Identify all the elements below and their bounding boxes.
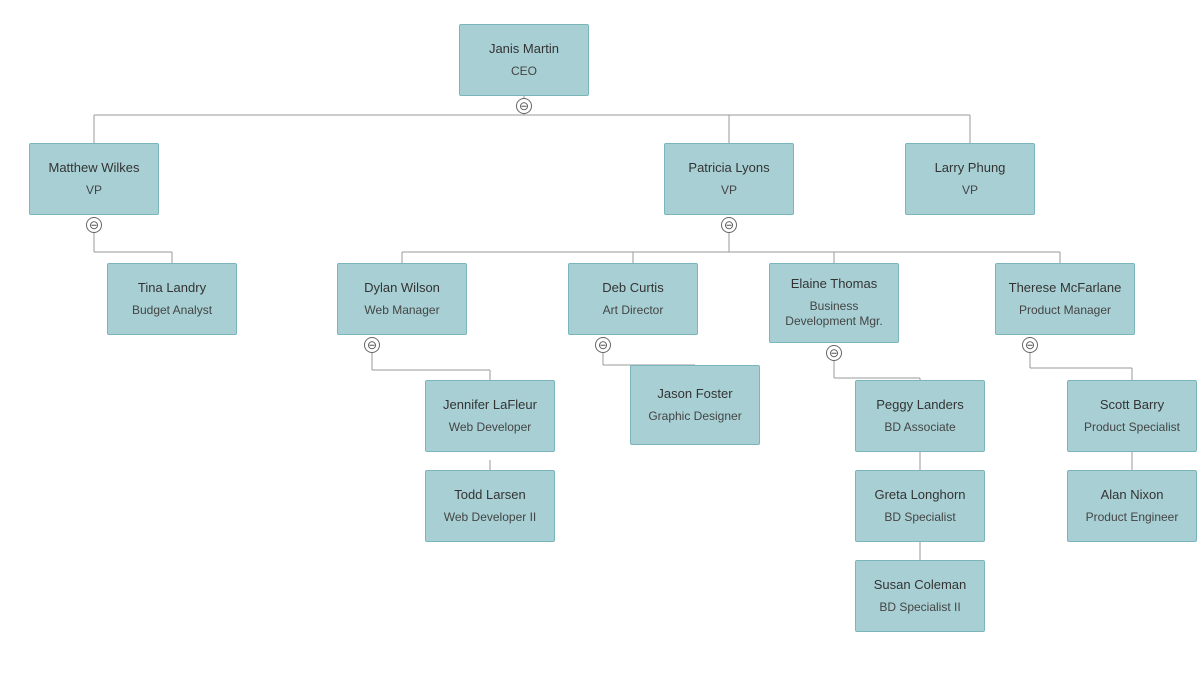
node-janis-name: Janis Martin bbox=[489, 41, 559, 58]
node-larry: Larry Phung VP bbox=[905, 143, 1035, 215]
node-larry-title: VP bbox=[962, 183, 978, 199]
connectors-svg bbox=[12, 0, 1192, 40]
node-therese-title: Product Manager bbox=[1019, 303, 1111, 319]
node-scott: Scott Barry Product Specialist bbox=[1067, 380, 1197, 452]
node-jennifer-title: Web Developer bbox=[449, 420, 532, 436]
node-patricia: Patricia Lyons VP bbox=[664, 143, 794, 215]
node-todd-name: Todd Larsen bbox=[454, 487, 526, 504]
collapse-elaine[interactable]: ⊖ bbox=[826, 345, 842, 361]
org-chart: Janis Martin CEO ⊖ Matthew Wilkes VP ⊖ P… bbox=[12, 0, 1192, 40]
node-alan: Alan Nixon Product Engineer bbox=[1067, 470, 1197, 542]
node-jason: Jason Foster Graphic Designer bbox=[630, 365, 760, 445]
node-susan-name: Susan Coleman bbox=[874, 577, 967, 594]
node-todd: Todd Larsen Web Developer II bbox=[425, 470, 555, 542]
node-peggy-title: BD Associate bbox=[884, 420, 955, 436]
collapse-matthew[interactable]: ⊖ bbox=[86, 217, 102, 233]
collapse-deb[interactable]: ⊖ bbox=[595, 337, 611, 353]
node-peggy-name: Peggy Landers bbox=[876, 397, 963, 414]
node-dylan-name: Dylan Wilson bbox=[364, 280, 440, 297]
node-deb-name: Deb Curtis bbox=[602, 280, 663, 297]
node-susan: Susan Coleman BD Specialist II bbox=[855, 560, 985, 632]
node-patricia-name: Patricia Lyons bbox=[688, 160, 769, 177]
node-janis-title: CEO bbox=[511, 64, 537, 80]
collapse-dylan[interactable]: ⊖ bbox=[364, 337, 380, 353]
node-deb: Deb Curtis Art Director bbox=[568, 263, 698, 335]
node-elaine-name: Elaine Thomas bbox=[791, 276, 877, 293]
node-jason-name: Jason Foster bbox=[657, 386, 732, 403]
collapse-patricia[interactable]: ⊖ bbox=[721, 217, 737, 233]
node-tina: Tina Landry Budget Analyst bbox=[107, 263, 237, 335]
node-todd-title: Web Developer II bbox=[444, 510, 537, 526]
node-jason-title: Graphic Designer bbox=[648, 409, 741, 425]
node-scott-name: Scott Barry bbox=[1100, 397, 1164, 414]
node-matthew-title: VP bbox=[86, 183, 102, 199]
collapse-janis[interactable]: ⊖ bbox=[516, 98, 532, 114]
node-greta-name: Greta Longhorn bbox=[874, 487, 965, 504]
node-jennifer: Jennifer LaFleur Web Developer bbox=[425, 380, 555, 452]
node-jennifer-name: Jennifer LaFleur bbox=[443, 397, 537, 414]
node-dylan-title: Web Manager bbox=[364, 303, 439, 319]
node-alan-name: Alan Nixon bbox=[1101, 487, 1164, 504]
node-scott-title: Product Specialist bbox=[1084, 420, 1180, 436]
node-deb-title: Art Director bbox=[603, 303, 664, 319]
collapse-therese[interactable]: ⊖ bbox=[1022, 337, 1038, 353]
node-dylan: Dylan Wilson Web Manager bbox=[337, 263, 467, 335]
node-elaine-title: Business Development Mgr. bbox=[782, 299, 886, 330]
node-matthew-name: Matthew Wilkes bbox=[48, 160, 139, 177]
node-janis: Janis Martin CEO bbox=[459, 24, 589, 96]
node-greta: Greta Longhorn BD Specialist bbox=[855, 470, 985, 542]
node-susan-title: BD Specialist II bbox=[879, 600, 960, 616]
node-therese: Therese McFarlane Product Manager bbox=[995, 263, 1135, 335]
node-patricia-title: VP bbox=[721, 183, 737, 199]
node-greta-title: BD Specialist bbox=[884, 510, 955, 526]
node-tina-name: Tina Landry bbox=[138, 280, 206, 297]
node-matthew: Matthew Wilkes VP bbox=[29, 143, 159, 215]
node-alan-title: Product Engineer bbox=[1086, 510, 1179, 526]
node-therese-name: Therese McFarlane bbox=[1009, 280, 1122, 297]
node-elaine: Elaine Thomas Business Development Mgr. bbox=[769, 263, 899, 343]
node-peggy: Peggy Landers BD Associate bbox=[855, 380, 985, 452]
node-tina-title: Budget Analyst bbox=[132, 303, 212, 319]
node-larry-name: Larry Phung bbox=[935, 160, 1006, 177]
